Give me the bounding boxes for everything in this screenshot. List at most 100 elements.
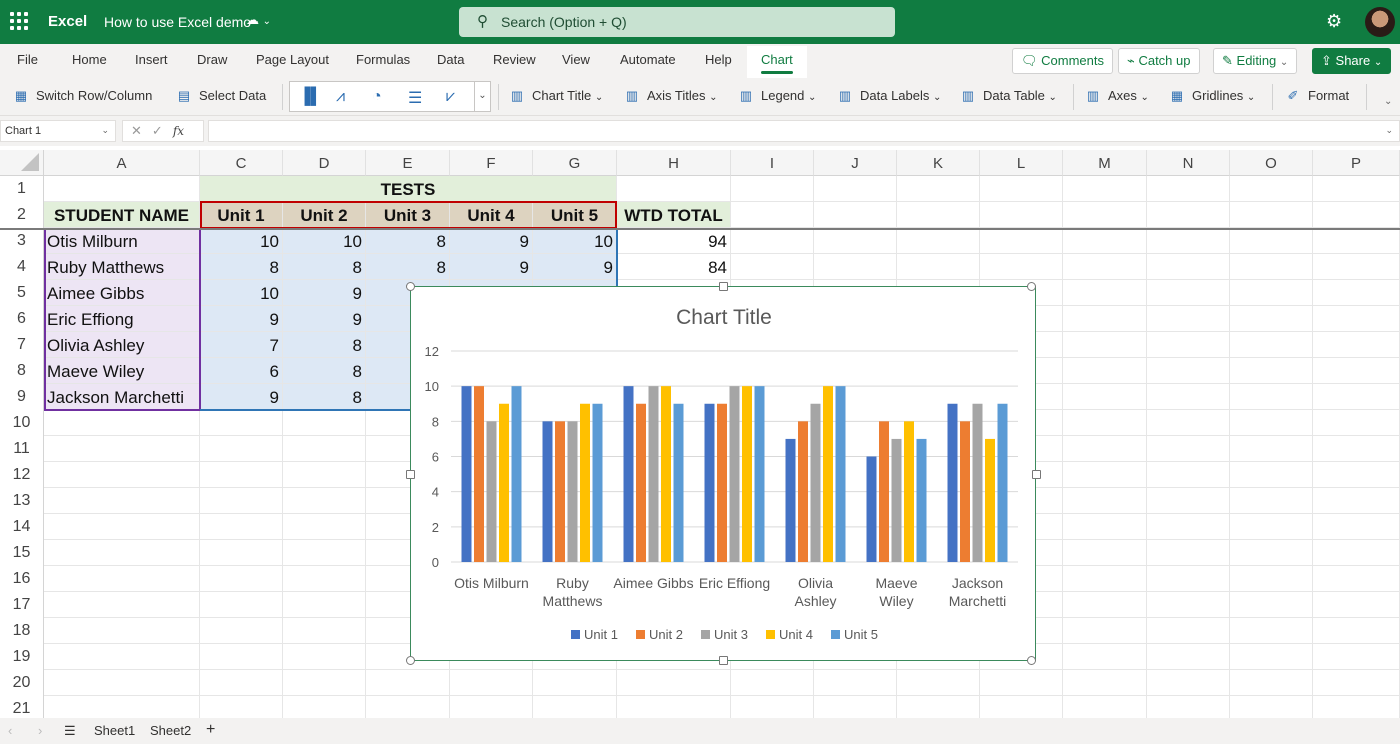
cell[interactable] [980, 228, 1063, 254]
column-header[interactable]: A [44, 150, 200, 176]
cell[interactable] [44, 488, 200, 514]
cell[interactable] [1313, 618, 1400, 644]
cell[interactable] [731, 254, 814, 280]
row-header[interactable]: 21 [0, 696, 44, 718]
cell[interactable] [1313, 488, 1400, 514]
resize-handle[interactable] [719, 282, 728, 291]
cell[interactable] [1313, 514, 1400, 540]
cell[interactable] [44, 462, 200, 488]
cell[interactable] [283, 618, 366, 644]
cell[interactable] [1313, 696, 1400, 718]
cell[interactable] [44, 540, 200, 566]
sheet-tab-sheet1[interactable]: Sheet1 [94, 723, 135, 738]
cell[interactable] [1147, 462, 1230, 488]
cell[interactable] [1230, 488, 1313, 514]
cell[interactable] [44, 410, 200, 436]
cell[interactable] [1230, 592, 1313, 618]
cell[interactable] [1313, 592, 1400, 618]
format-button[interactable]: ✐ Format [1284, 88, 1350, 104]
cell[interactable] [283, 514, 366, 540]
cell[interactable] [44, 566, 200, 592]
add-sheet-icon[interactable]: + [206, 721, 215, 739]
cell[interactable] [200, 410, 283, 436]
cell[interactable] [44, 618, 200, 644]
cell[interactable] [1230, 384, 1313, 410]
cell[interactable] [200, 618, 283, 644]
row-header[interactable]: 13 [0, 488, 44, 514]
cell[interactable] [1063, 384, 1147, 410]
cell[interactable] [283, 462, 366, 488]
cell[interactable] [1063, 228, 1147, 254]
user-avatar[interactable] [1365, 7, 1395, 37]
column-header[interactable]: D [283, 150, 366, 176]
row-header[interactable]: 4 [0, 254, 44, 280]
row-header[interactable]: 11 [0, 436, 44, 462]
select-all-button[interactable] [0, 150, 44, 176]
cell[interactable] [1063, 670, 1147, 696]
cell[interactable] [450, 670, 533, 696]
switch-row-column-button[interactable]: ▦ Switch Row/Column [12, 88, 152, 104]
column-header[interactable]: M [1063, 150, 1147, 176]
cancel-icon[interactable]: ✕ [131, 123, 152, 138]
cell[interactable] [1230, 228, 1313, 254]
resize-handle[interactable] [1027, 282, 1036, 291]
chart-type-more-button[interactable]: ⌄ [474, 82, 490, 111]
cell[interactable] [1063, 462, 1147, 488]
cell[interactable] [200, 436, 283, 462]
cell[interactable] [366, 670, 450, 696]
cell[interactable] [44, 644, 200, 670]
cell[interactable] [1313, 410, 1400, 436]
column-header[interactable]: F [450, 150, 533, 176]
tab-chart[interactable]: Chart [747, 46, 807, 78]
cell[interactable] [533, 670, 617, 696]
cell[interactable] [1063, 332, 1147, 358]
gear-icon[interactable]: ⚙ [1326, 11, 1342, 32]
cell[interactable] [731, 176, 814, 202]
share-button[interactable]: ⇪ Share ⌄ [1312, 48, 1392, 74]
column-chart-icon[interactable]: ▐▌ [299, 88, 322, 106]
row-header[interactable]: 16 [0, 566, 44, 592]
tab-data[interactable]: Data [437, 52, 464, 67]
cell[interactable] [1063, 592, 1147, 618]
cell[interactable] [814, 670, 897, 696]
cell[interactable] [1147, 410, 1230, 436]
comments-button[interactable]: 🗨 Comments [1012, 48, 1113, 74]
legend-dropdown[interactable]: ▥ Legend ⌄ [737, 88, 817, 104]
cell[interactable] [1230, 280, 1313, 306]
cell[interactable] [1313, 228, 1400, 254]
cell[interactable] [1147, 228, 1230, 254]
cell[interactable] [1063, 410, 1147, 436]
row-header[interactable]: 10 [0, 410, 44, 436]
cell[interactable] [814, 176, 897, 202]
column-header[interactable]: C [200, 150, 283, 176]
cell[interactable] [44, 436, 200, 462]
line-chart-icon[interactable]: ⩘ [336, 88, 345, 106]
cell[interactable] [1147, 696, 1230, 718]
cell[interactable] [1313, 670, 1400, 696]
all-sheets-icon[interactable]: ☰ [64, 723, 76, 739]
cell[interactable] [1230, 254, 1313, 280]
cell[interactable] [897, 202, 980, 228]
cell[interactable] [1147, 254, 1230, 280]
cell[interactable] [897, 696, 980, 718]
cell[interactable] [1313, 436, 1400, 462]
cell[interactable] [1230, 462, 1313, 488]
resize-handle[interactable] [406, 282, 415, 291]
app-launcher-icon[interactable] [10, 12, 28, 30]
cell[interactable] [731, 202, 814, 228]
formula-input[interactable]: ⌄ [208, 120, 1400, 142]
cell[interactable] [44, 176, 200, 202]
cell[interactable] [1063, 254, 1147, 280]
cell[interactable] [1063, 280, 1147, 306]
row-header[interactable]: 5 [0, 280, 44, 306]
cell[interactable] [1230, 514, 1313, 540]
cell[interactable] [1063, 566, 1147, 592]
cell[interactable] [617, 696, 731, 718]
tab-draw[interactable]: Draw [197, 52, 227, 67]
cell[interactable] [1147, 618, 1230, 644]
cell[interactable] [200, 540, 283, 566]
cell[interactable] [1313, 462, 1400, 488]
cell[interactable] [283, 436, 366, 462]
row-header[interactable]: 12 [0, 462, 44, 488]
cell[interactable] [283, 566, 366, 592]
